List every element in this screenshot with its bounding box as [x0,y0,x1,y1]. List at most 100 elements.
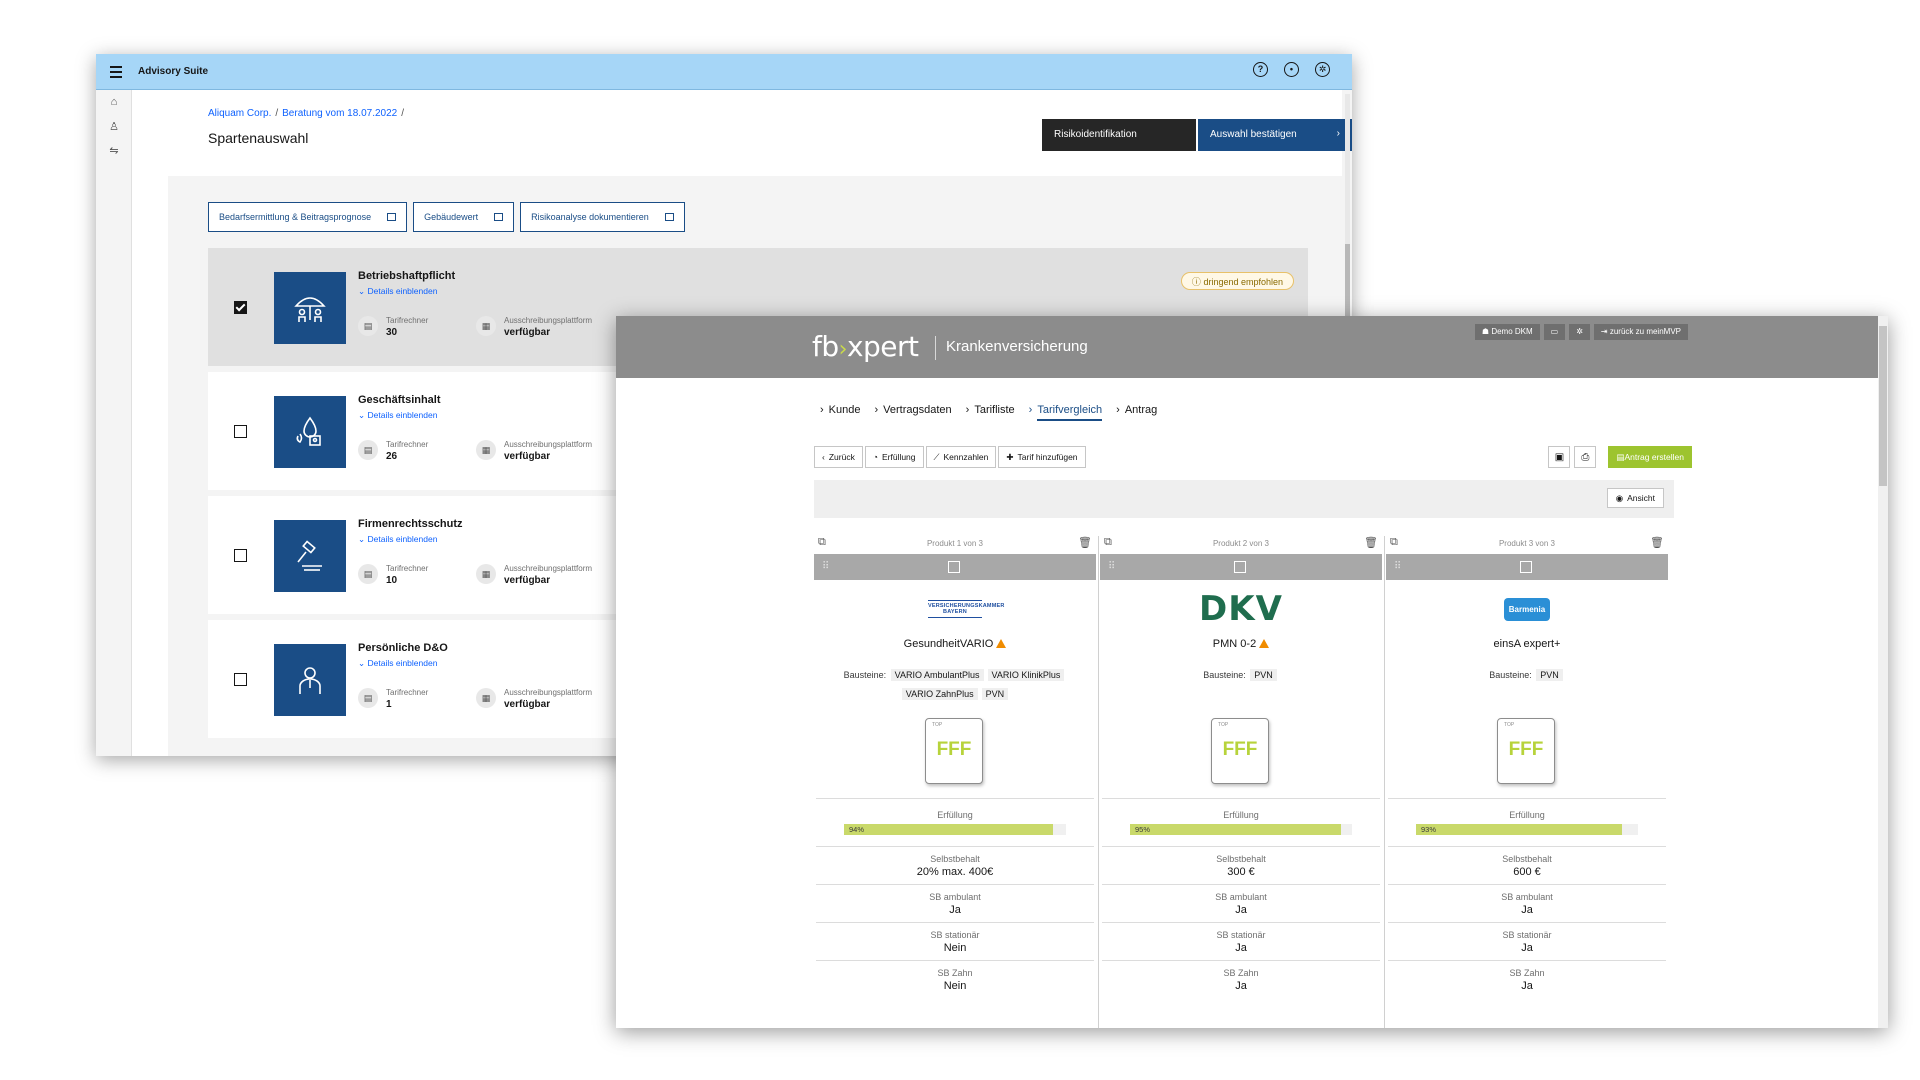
stat-value: 1 [386,699,392,710]
drag-handle-icon[interactable]: ⠿ [822,561,829,572]
side-nav: ⌂ ♙ ⇋ [96,90,132,756]
sb-dental-value: Nein [943,980,967,992]
stat-plattform: ▦ Ausschreibungsplattform verfügbar [476,316,592,338]
step-antrag[interactable]: › Antrag [1116,404,1157,416]
logo-part-xpert: xpert [846,330,919,363]
rating-value: FFF [1508,739,1544,760]
logo-arrow-icon: › [838,337,848,362]
stat-label: Ausschreibungsplattform [504,440,593,449]
divider [816,884,1094,885]
breadcrumb-item-company[interactable]: Aliquam Corp. [208,108,271,119]
fulfillment-button-label: Erfüllung [881,452,916,462]
settings-gear-icon[interactable]: ✲ [1569,324,1590,340]
select-checkbox[interactable] [234,425,247,438]
header-divider [935,336,936,360]
scrollbar-thumb[interactable] [1879,326,1887,486]
back-button-label: Zurück [828,452,855,462]
stat-value: 26 [386,451,398,462]
person-icon[interactable]: ♙ [96,114,132,138]
select-checkbox[interactable] [234,549,247,562]
divider [816,922,1094,923]
user-profile-icon[interactable]: • [1284,62,1299,77]
select-checkbox[interactable] [234,301,247,314]
insurer-logo-dkv: DKV [1100,589,1382,629]
drag-handle-icon[interactable]: ⠿ [1108,561,1115,572]
details-toggle[interactable]: ⌄ Details einblenden [358,658,437,669]
view-button[interactable]: ◉ Ansicht [1606,488,1664,508]
drag-handle-icon[interactable]: ⠿ [1394,561,1401,572]
sb-outpatient-value: Ja [1521,904,1533,916]
add-tariff-button[interactable]: ✚ Tarif hinzufügen [998,446,1086,468]
modules: Bausteine: PVN [1110,666,1372,685]
details-toggle[interactable]: ⌄ Details einblenden [358,286,437,297]
trash-icon[interactable]: 🗑 [1078,536,1092,549]
create-application-button[interactable]: ▤ Antrag erstellen [1608,446,1692,468]
step-tarifvergleich[interactable]: › Tarifvergleich [1029,404,1103,421]
print-icon[interactable]: ⎙ [1574,446,1597,468]
trash-icon[interactable]: 🗑 [1364,536,1378,549]
demo-user-button[interactable]: ☗ Demo DKM [1474,324,1540,340]
scrollbar[interactable] [1878,316,1888,1028]
inbox-icon[interactable]: ▭ [1543,324,1566,340]
product-drag-bar[interactable]: ⠿ [814,554,1096,580]
stat-tarifrechner: ▤ Tarifrechner 10 [358,564,428,586]
details-toggle[interactable]: ⌄ Details einblenden [358,534,437,545]
stat-value: verfügbar [504,451,551,462]
save-icon[interactable]: ▣ [1548,446,1571,468]
product-drag-bar[interactable]: ⠿ [1386,554,1668,580]
document-risk-analysis-button[interactable]: Risikoanalyse dokumentieren [520,202,685,232]
product-column-3: ⧉ Produkt 3 von 3 🗑 ⠿ Barmenia einsA exper… [1386,536,1668,1028]
insurer-logo-text: Barmenia [1503,597,1551,621]
module-tag: VARIO ZahnPlus [901,688,978,700]
back-to-meinmvp-button[interactable]: ⇥ zurück zu meinMVP [1593,324,1688,340]
breadcrumb-item-consultation[interactable]: Beratung vom 18.07.2022 [282,108,397,119]
fulfillment-label: Erfüllung [937,810,973,820]
copy-icon[interactable]: ⧉ [818,536,826,549]
product-checkbox[interactable] [948,561,960,573]
risk-identification-button[interactable]: Risikoidentifikation [1042,119,1196,151]
confirm-selection-button[interactable]: Auswahl bestätigen › [1198,119,1352,151]
step-vertragsdaten[interactable]: › Vertragsdaten [874,404,951,416]
warning-icon[interactable] [996,639,1007,648]
divider [1102,922,1380,923]
badge-label: dringend empfohlen [1203,277,1283,287]
rating-top-label: TOP [932,722,943,728]
settings-gear-icon[interactable]: ✲ [1315,62,1330,77]
product-drag-bar[interactable]: ⠿ [1100,554,1382,580]
help-icon[interactable]: ? [1253,62,1268,77]
product-counter: Produkt 1 von 3 [926,539,984,548]
deductible-label: Selbstbehalt [1216,854,1266,864]
copy-icon[interactable]: ⧉ [1390,536,1398,549]
modules-label: Bausteine: [843,670,887,680]
step-tarifliste[interactable]: › Tarifliste [966,404,1015,416]
launch-icon [494,213,504,221]
sb-dental-value: Ja [1235,980,1247,992]
sb-dental-label: SB Zahn [937,968,973,978]
warning-icon[interactable] [1259,639,1270,648]
fulfillment-button[interactable]: ◔ Erfüllung [864,446,924,468]
hamburger-menu-icon[interactable] [96,54,136,90]
product-checkbox[interactable] [1520,561,1532,573]
sb-inpatient-value: Nein [943,942,967,954]
fulfillment-progress-fill: 93% [1416,824,1623,835]
trash-icon[interactable]: 🗑 [1650,536,1664,549]
switch-user-icon[interactable]: ⇋ [96,138,132,162]
details-label: Details einblenden [367,534,438,544]
top-bar: Advisory Suite ? • ✲ [96,54,1352,90]
stat-value: 30 [386,327,398,338]
stat-label: Ausschreibungsplattform [504,688,593,697]
kpi-button[interactable]: ⟋ Kennzahlen [925,446,997,468]
fbxpert-logo: fb›xpert [812,330,919,363]
building-value-button[interactable]: Gebäudewert [413,202,515,232]
details-toggle[interactable]: ⌄ Details einblenden [358,410,437,421]
insurer-logo-text: VERSICHERUNGSKAMMER BAYERN [928,600,1004,618]
step-kunde[interactable]: › Kunde [820,404,860,416]
product-checkbox[interactable] [1234,561,1246,573]
home-icon[interactable]: ⌂ [96,90,132,114]
select-checkbox[interactable] [234,673,247,686]
needs-assessment-button[interactable]: Bedarfsermittlung & Beitragsprognose [208,202,408,232]
back-button[interactable]: ‹ Zurück [814,446,863,468]
copy-icon[interactable]: ⧉ [1104,536,1112,549]
product-title: Krankenversicherung [946,338,1088,355]
fulfillment-progress-fill: 94% [844,824,1053,835]
